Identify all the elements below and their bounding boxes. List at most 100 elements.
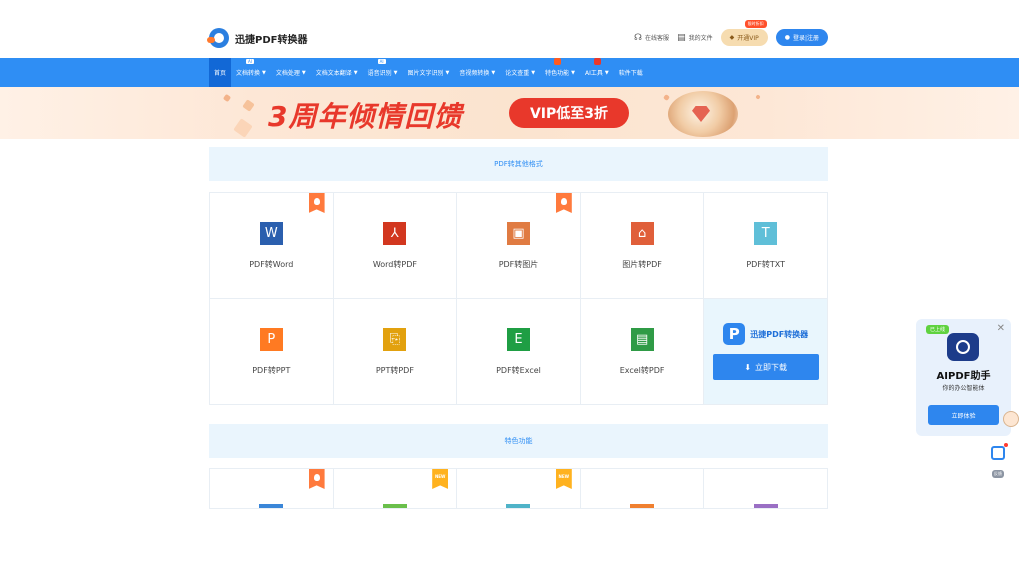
site-header: 迅捷PDF转换器 ☊ 在线客服 ▤ 我的文件 限时折扣 ◆ 开通VIP ● 登录… [207, 20, 828, 54]
file-type-icon: ⌂ [630, 221, 654, 245]
feature-card[interactable]: NEW [333, 469, 458, 509]
ai-badge: AI [245, 58, 255, 65]
logo[interactable]: 迅捷PDF转换器 [207, 28, 308, 48]
page: 迅捷PDF转换器 ☊ 在线客服 ▤ 我的文件 限时折扣 ◆ 开通VIP ● 登录… [0, 0, 1019, 564]
customer-service-link[interactable]: ☊ 在线客服 [634, 33, 669, 43]
nav-item[interactable]: 音视频转换 ▼ [454, 58, 500, 87]
nav-item[interactable]: AI工具 ▼ [580, 58, 614, 87]
nav-item[interactable]: 文档处理 ▼ [271, 58, 311, 87]
vip-badge-graphic [668, 91, 738, 137]
nav-item[interactable]: 文档转换 ▼ AI [231, 58, 271, 87]
feature-icon [630, 504, 655, 508]
tool-label: PDF转TXT [746, 259, 786, 269]
section-header-pdf-convert: PDF转其他格式 [209, 147, 828, 181]
caret-down-icon: ▼ [393, 69, 398, 76]
caret-down-icon: ▼ [262, 69, 266, 76]
feature-icon [259, 504, 284, 508]
hot-badge-icon [554, 58, 562, 65]
login-register-button[interactable]: ● 登录|注册 [775, 29, 828, 46]
file-type-icon: W [259, 221, 283, 245]
ai-assistant-icon [947, 333, 979, 361]
logo-icon [207, 28, 229, 48]
nav-items: 首页 文档转换 ▼ AI 文档处理 ▼ 文档文本翻译 ▼ 语音识别 ▼ AI 图片文字识别 ▼ 音视频转换… [209, 58, 828, 87]
close-icon[interactable]: ✕ [997, 323, 1005, 334]
tool-label: Word转PDF [372, 259, 417, 269]
download-icon: ⬇ [744, 362, 752, 372]
promo-logo: P 迅捷PDF转换器 [723, 323, 808, 345]
app-logo-icon: P [723, 323, 746, 345]
tool-label: Excel转PDF [619, 365, 665, 375]
promo-app-name: 迅捷PDF转换器 [750, 329, 809, 339]
online-tag: 已上线 [926, 325, 950, 334]
widget-title: AIPDF助手 [936, 371, 991, 382]
hot-corner-icon [308, 193, 325, 213]
nav-item-label: 文档文本翻译 [315, 70, 352, 77]
tool-card[interactable]: ▤ Excel转PDF [580, 299, 705, 405]
feature-card[interactable] [704, 469, 828, 509]
nav-item[interactable]: 文档文本翻译 ▼ [311, 58, 363, 87]
ai-badge: AI [376, 58, 387, 65]
features-grid: NEW NEW [209, 468, 828, 509]
widget-subtitle: 你的办公智能体 [942, 385, 985, 392]
login-register-label: 登录|注册 [792, 35, 819, 42]
caret-down-icon: ▼ [491, 69, 496, 76]
tool-card[interactable]: T PDF转TXT [704, 193, 828, 299]
ai-assistant-widget[interactable]: 已上线 ✕ AIPDF助手 你的办公智能体 立即体验 [916, 319, 1011, 436]
logo-text: 迅捷PDF转换器 [235, 34, 308, 46]
try-now-button[interactable]: 立即体验 [928, 405, 999, 425]
my-files-link[interactable]: ▤ 我的文件 [677, 33, 713, 43]
feature-card[interactable]: NEW [457, 469, 581, 509]
tool-card[interactable]: ⅄ Word转PDF [333, 193, 458, 299]
caret-down-icon: ▼ [445, 69, 450, 76]
hot-corner-icon [308, 469, 325, 489]
banner-decoration [233, 118, 253, 138]
nav-item[interactable]: 软件下载 [614, 58, 648, 87]
banner-decoration [663, 94, 670, 101]
file-type-icon: ⅄ [383, 221, 407, 245]
hot-badge-icon [594, 58, 602, 65]
tool-label: PPT转PDF [375, 365, 414, 375]
tool-card[interactable]: P PDF转PPT [210, 299, 334, 405]
section-header-features: 特色功能 [209, 424, 828, 458]
nav-item[interactable]: 论文查重 ▼ [500, 58, 540, 87]
tool-label: 图片转PDF [622, 259, 662, 269]
file-type-icon: T [754, 221, 778, 245]
promo-banner[interactable]: 3周年倾情回馈 VIP低至3折 [0, 87, 1019, 139]
tool-card[interactable]: E PDF转Excel [457, 299, 581, 405]
discount-tag: 限时折扣 [744, 20, 767, 28]
nav-item[interactable]: 特色功能 ▼ [540, 58, 580, 87]
tool-card[interactable]: ⌂ 图片转PDF [580, 193, 705, 299]
nav-item-label: 音视频转换 [459, 70, 490, 77]
tool-card[interactable]: W PDF转Word [210, 193, 334, 299]
download-now-button[interactable]: ⬇ 立即下载 [712, 354, 819, 380]
header-actions: ☊ 在线客服 ▤ 我的文件 限时折扣 ◆ 开通VIP ● 登录|注册 [634, 20, 828, 46]
hot-corner-icon [555, 193, 572, 213]
banner-decoration [222, 93, 232, 103]
new-corner-badge: NEW [432, 469, 449, 489]
main-nav: 首页 文档转换 ▼ AI 文档处理 ▼ 文档文本翻译 ▼ 语音识别 ▼ AI 图片文字识别 ▼ 音视频转换… [0, 58, 1019, 87]
nav-item[interactable]: 图片文字识别 ▼ [403, 58, 455, 87]
customer-service-label: 在线客服 [645, 35, 670, 42]
nav-item[interactable]: 语音识别 ▼ AI [363, 58, 403, 87]
nav-item[interactable]: 首页 [209, 58, 232, 87]
tool-card[interactable]: ▣ PDF转图片 [457, 193, 581, 299]
open-vip-button[interactable]: ◆ 开通VIP [720, 29, 768, 46]
banner-decoration [755, 94, 761, 100]
nav-item-label: 首页 [214, 70, 227, 77]
feature-icon [506, 504, 531, 508]
banner-title: 3周年倾情回馈 [268, 100, 463, 133]
assistant-avatar[interactable] [1003, 411, 1019, 427]
banner-vip-pill[interactable]: VIP低至3折 [509, 98, 629, 128]
new-corner-badge: NEW [555, 469, 572, 489]
tool-label: PDF转Excel [496, 365, 541, 375]
tool-card[interactable]: ⎘ PPT转PDF [333, 299, 458, 405]
feedback-button[interactable]: 反馈 [987, 443, 1009, 479]
feature-card[interactable] [580, 469, 705, 509]
feature-card[interactable] [210, 469, 334, 509]
file-icon: ▤ [677, 32, 686, 43]
open-vip-label: 开通VIP [737, 35, 759, 42]
file-type-icon: ▣ [506, 221, 530, 245]
my-files-label: 我的文件 [688, 35, 713, 42]
caret-down-icon: ▼ [604, 69, 609, 76]
tool-label: PDF转PPT [252, 365, 291, 375]
